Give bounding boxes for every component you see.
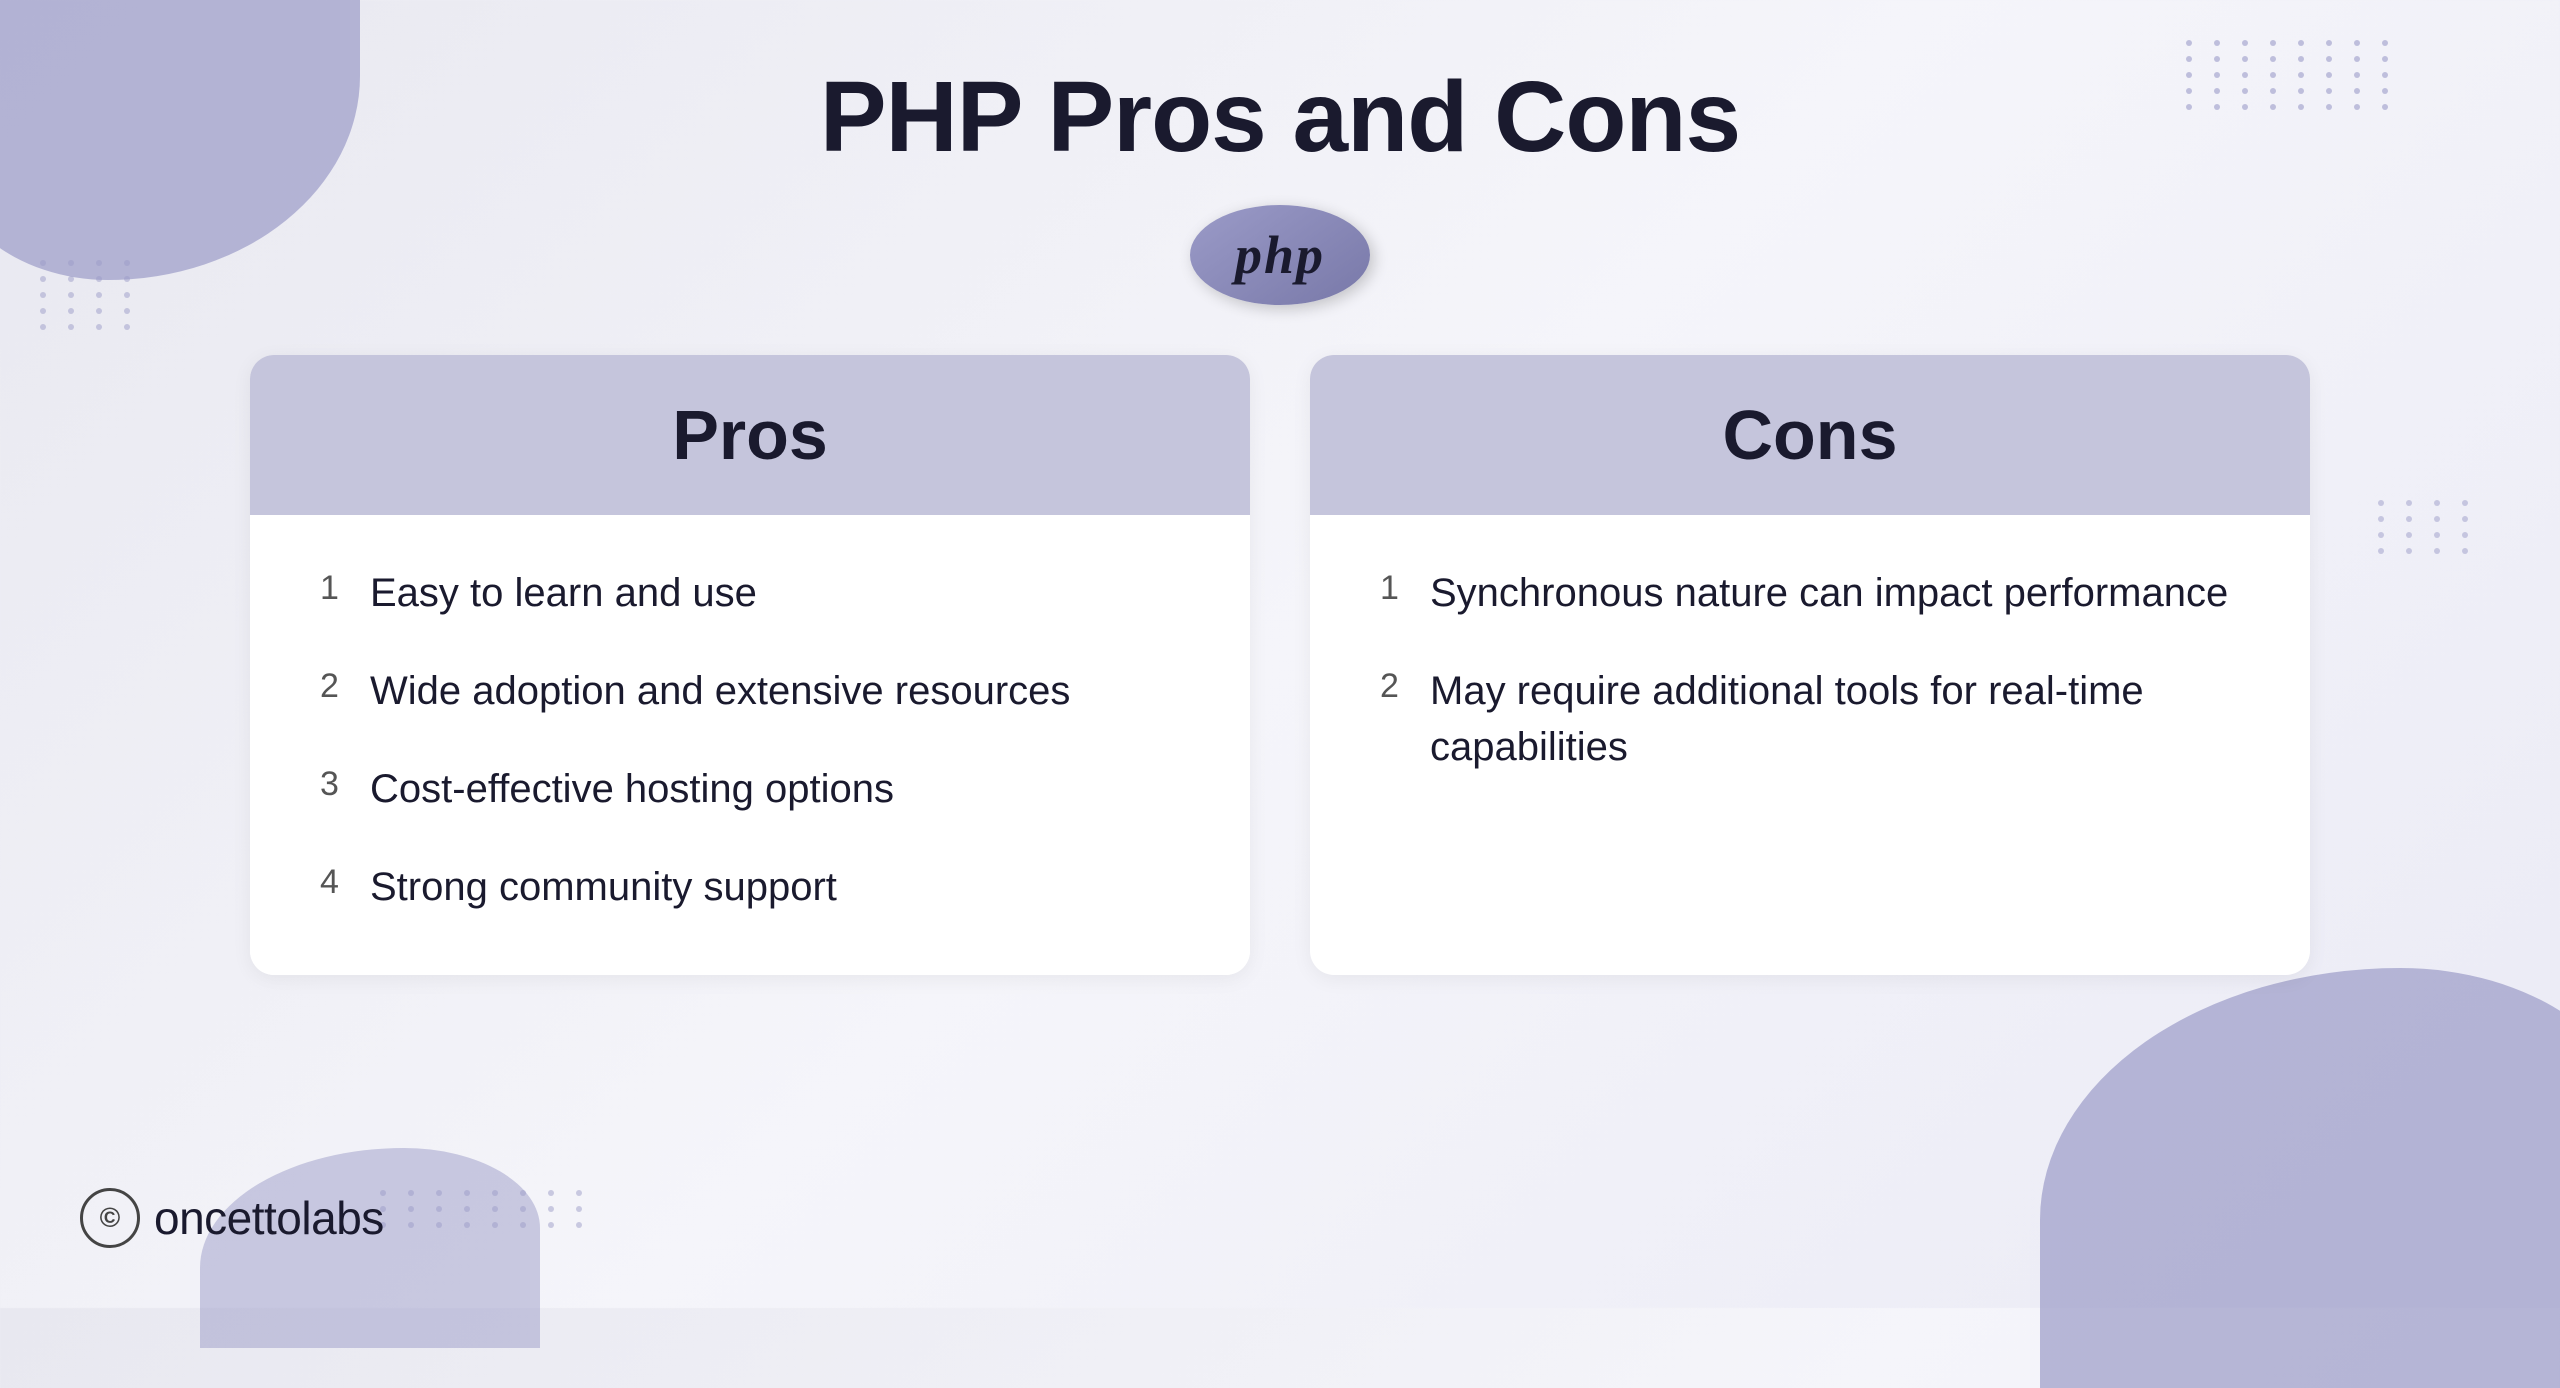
pros-card: Pros 1 Easy to learn and use 2 Wide adop… [250, 355, 1250, 975]
dot [576, 1222, 582, 1228]
list-text: Easy to learn and use [370, 565, 757, 621]
dot-pattern-bottom-center [380, 1190, 594, 1228]
dot [520, 1190, 526, 1196]
dot [492, 1222, 498, 1228]
dot [408, 1206, 414, 1212]
dot [436, 1190, 442, 1196]
cons-header-title: Cons [1723, 396, 1898, 474]
pros-list-item: 4 Strong community support [320, 859, 1180, 915]
dot [548, 1222, 554, 1228]
brand-name: oncettolabs [154, 1191, 384, 1245]
dot [464, 1222, 470, 1228]
list-number: 4 [320, 859, 350, 907]
pros-card-header: Pros [250, 355, 1250, 515]
list-number: 3 [320, 761, 350, 809]
dot [520, 1222, 526, 1228]
dot [436, 1206, 442, 1212]
dot [436, 1222, 442, 1228]
cards-container: Pros 1 Easy to learn and use 2 Wide adop… [180, 355, 2380, 975]
brand-logo: © oncettolabs [80, 1188, 384, 1248]
list-text: Strong community support [370, 859, 837, 915]
page-title: PHP Pros and Cons [820, 60, 1740, 175]
cons-card-header: Cons [1310, 355, 2310, 515]
dot [576, 1206, 582, 1212]
list-text: Synchronous nature can impact performanc… [1430, 565, 2228, 621]
list-number: 2 [320, 663, 350, 711]
list-number: 1 [1380, 565, 1410, 613]
brand-name-bold: oncettolabs [154, 1192, 384, 1244]
main-content: PHP Pros and Cons php Pros 1 Easy to lea… [0, 0, 2560, 975]
list-text: Wide adoption and extensive resources [370, 663, 1070, 719]
cons-card-body: 1 Synchronous nature can impact performa… [1310, 515, 2310, 835]
pros-header-title: Pros [672, 396, 828, 474]
pros-list-item: 3 Cost-effective hosting options [320, 761, 1180, 817]
list-text: Cost-effective hosting options [370, 761, 894, 817]
dot [492, 1190, 498, 1196]
dot [576, 1190, 582, 1196]
dot [548, 1190, 554, 1196]
dot [548, 1206, 554, 1212]
decorative-blob-bottom-right [2040, 968, 2560, 1388]
dot [408, 1222, 414, 1228]
dot [520, 1206, 526, 1212]
cons-list-item: 1 Synchronous nature can impact performa… [1380, 565, 2240, 621]
php-logo-badge: php [1190, 205, 1370, 305]
dot [464, 1206, 470, 1212]
pros-list-item: 2 Wide adoption and extensive resources [320, 663, 1180, 719]
dot [464, 1190, 470, 1196]
dot [408, 1190, 414, 1196]
php-logo-text: php [1235, 224, 1325, 286]
cons-card: Cons 1 Synchronous nature can impact per… [1310, 355, 2310, 975]
list-text: May require additional tools for real-ti… [1430, 663, 2240, 775]
dot [492, 1206, 498, 1212]
cons-list-item: 2 May require additional tools for real-… [1380, 663, 2240, 775]
pros-list-item: 1 Easy to learn and use [320, 565, 1180, 621]
list-number: 1 [320, 565, 350, 613]
pros-card-body: 1 Easy to learn and use 2 Wide adoption … [250, 515, 1250, 975]
decorative-blob-bottom-left [200, 1148, 540, 1348]
php-logo: php [1190, 205, 1370, 305]
list-number: 2 [1380, 663, 1410, 711]
brand-icon: © [80, 1188, 140, 1248]
